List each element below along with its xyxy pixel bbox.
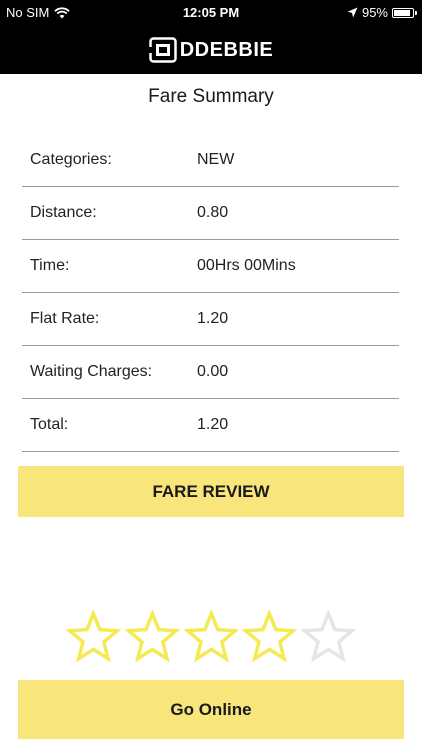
star-outline [242,610,298,663]
status-right: 95% [347,5,417,20]
app-logo: DDEBBIE [148,37,274,63]
fare-value: 0.80 [197,204,229,221]
battery-fill [394,9,411,16]
fare-label: Flat Rate: [30,310,100,327]
fare-row-time: Time: 00Hrs 00Mins [22,240,399,293]
fare-label: Time: [30,257,70,274]
star-filled-icon[interactable] [242,610,298,665]
logo-text: DDEBBIE [179,38,274,61]
fare-value: 1.20 [197,416,229,433]
fare-value: 0.00 [197,363,229,380]
star-filled-icon[interactable] [124,610,180,665]
star-outline [124,610,180,663]
fare-row-total: Total: 1.20 [22,399,399,452]
fare-label: Total: [30,416,69,433]
battery-icon [392,7,417,18]
fare-row-distance: Distance: 0.80 [22,187,399,240]
star-filled-icon[interactable] [183,610,239,665]
star-filled-icon[interactable] [66,610,121,665]
go-online-button[interactable]: Go Online [18,680,404,739]
star-outline [66,610,121,663]
status-bar: No SIM 12:05 PM 95% [0,0,422,26]
page-title: Fare Summary [148,86,274,107]
battery-percent: 95% [361,5,388,20]
fare-label: Distance: [30,204,97,221]
fare-row-flat-rate: Flat Rate: 1.20 [22,293,399,346]
location-arrow-icon [347,7,358,18]
fare-value: 1.20 [197,310,229,327]
fare-value: NEW [197,151,235,168]
fare-row-waiting-charges: Waiting Charges: 0.00 [22,346,399,399]
star-empty-icon[interactable] [301,610,356,665]
logo-mark-icon [148,37,177,63]
fare-label: Categories: [30,151,112,168]
fare-row-categories: Categories: NEW [22,134,399,187]
star-outline [183,610,239,663]
fare-label: Waiting Charges: [30,363,153,380]
fare-value: 00Hrs 00Mins [197,257,296,274]
fare-summary-table: Categories: NEW Distance: 0.80 Time: 00H… [22,134,399,452]
fare-review-button[interactable]: FARE REVIEW [18,466,404,517]
star-outline [301,610,356,663]
star-rating[interactable] [66,610,356,668]
navigation-bar: DDEBBIE [0,26,422,74]
